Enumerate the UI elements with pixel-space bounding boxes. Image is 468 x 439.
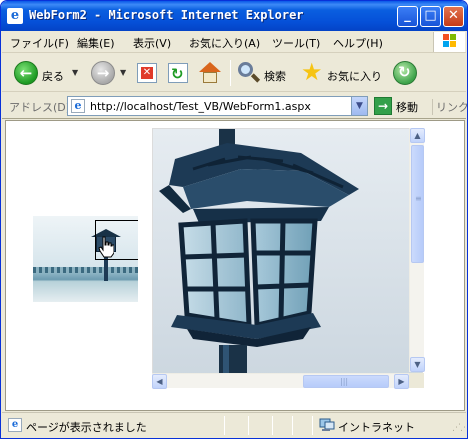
standard-toolbar: ← 戻る ▼ → ▼ ✕ ↻ 検索 ★ お気に入り ↻ xyxy=(2,54,466,92)
scroll-right-button[interactable]: ▶ xyxy=(394,374,409,389)
intranet-zone-icon xyxy=(319,418,335,431)
window-title: WebForm2 - Microsoft Internet Explorer xyxy=(29,8,304,22)
maximize-button[interactable]: □ xyxy=(420,6,441,27)
vertical-scrollbar[interactable]: ▲ ≡ ▼ xyxy=(409,128,425,372)
menu-view[interactable]: 表示(V) xyxy=(133,35,171,51)
lantern-image xyxy=(153,129,422,387)
favorites-star-icon[interactable]: ★ xyxy=(301,60,323,84)
vertical-scroll-thumb[interactable]: ≡ xyxy=(411,145,424,263)
toolbar-separator xyxy=(230,60,231,86)
scroll-up-button[interactable]: ▲ xyxy=(410,128,425,143)
resize-grip-icon[interactable]: ⋰⋰ xyxy=(452,423,467,433)
favorites-button-label[interactable]: お気に入り xyxy=(327,68,382,84)
thumbnail-image[interactable] xyxy=(33,216,138,302)
stop-icon[interactable]: ✕ xyxy=(137,63,157,83)
back-arrow-icon[interactable]: ← xyxy=(14,61,38,85)
ie-logo-icon[interactable]: e xyxy=(7,8,23,24)
media-icon[interactable]: ↻ xyxy=(393,61,417,85)
address-label: アドレス(D) xyxy=(9,101,71,114)
links-label[interactable]: リンク xyxy=(432,99,467,115)
search-icon[interactable] xyxy=(238,62,261,84)
address-dropdown-icon[interactable]: ▼ xyxy=(351,97,367,115)
menu-edit[interactable]: 編集(E) xyxy=(77,35,115,51)
horizontal-scroll-thumb[interactable]: ||| xyxy=(303,375,389,388)
forward-arrow-icon[interactable]: → xyxy=(91,61,115,85)
scroll-left-button[interactable]: ◀ xyxy=(152,374,167,389)
status-text: ページが表示されました xyxy=(26,421,147,434)
title-bar[interactable]: e WebForm2 - Microsoft Internet Explorer… xyxy=(1,1,467,31)
menu-bar: ファイル(F) 編集(E) 表示(V) お気に入り(A) ツール(T) ヘルプ(… xyxy=(2,31,466,53)
zone-text: イントラネット xyxy=(338,421,415,434)
page-content: ▲ ≡ ▼ ◀ ||| ▶ xyxy=(5,120,465,411)
minimize-button[interactable]: _ xyxy=(397,6,418,27)
refresh-icon[interactable]: ↻ xyxy=(168,63,188,83)
go-button-label[interactable]: 移動 xyxy=(396,99,418,115)
hand-cursor-icon xyxy=(98,236,114,258)
address-input[interactable]: e http://localhost/Test_VB/WebForm1.aspx… xyxy=(67,96,368,116)
page-icon: e xyxy=(71,99,85,113)
home-icon[interactable] xyxy=(199,62,221,84)
address-url[interactable]: http://localhost/Test_VB/WebForm1.aspx xyxy=(90,100,311,113)
scroll-down-button[interactable]: ▼ xyxy=(410,357,425,372)
menu-file[interactable]: ファイル(F) xyxy=(10,35,69,51)
browser-window: e WebForm2 - Microsoft Internet Explorer… xyxy=(0,0,468,439)
horizontal-scrollbar[interactable]: ◀ ||| ▶ xyxy=(152,373,409,389)
status-bar: e ページが表示されました イントラネット ⋰⋰ xyxy=(2,412,467,437)
menu-favorites[interactable]: お気に入り(A) xyxy=(189,35,260,51)
scrollbar-corner xyxy=(409,373,424,388)
menu-tools[interactable]: ツール(T) xyxy=(272,35,320,51)
address-bar: アドレス(D) e http://localhost/Test_VB/WebFo… xyxy=(2,93,467,119)
back-button-label[interactable]: 戻る xyxy=(42,68,64,84)
windows-flag-icon xyxy=(443,34,457,48)
zoomed-image[interactable] xyxy=(152,128,423,388)
search-button-label[interactable]: 検索 xyxy=(264,68,286,84)
windows-logo xyxy=(433,32,465,52)
go-arrow-icon[interactable]: → xyxy=(374,97,392,115)
page-status-icon: e xyxy=(8,418,22,432)
close-button[interactable]: ✕ xyxy=(443,6,464,27)
back-dropdown-icon[interactable]: ▼ xyxy=(72,68,78,77)
menu-help[interactable]: ヘルプ(H) xyxy=(333,35,383,51)
forward-dropdown-icon[interactable]: ▼ xyxy=(120,68,126,77)
